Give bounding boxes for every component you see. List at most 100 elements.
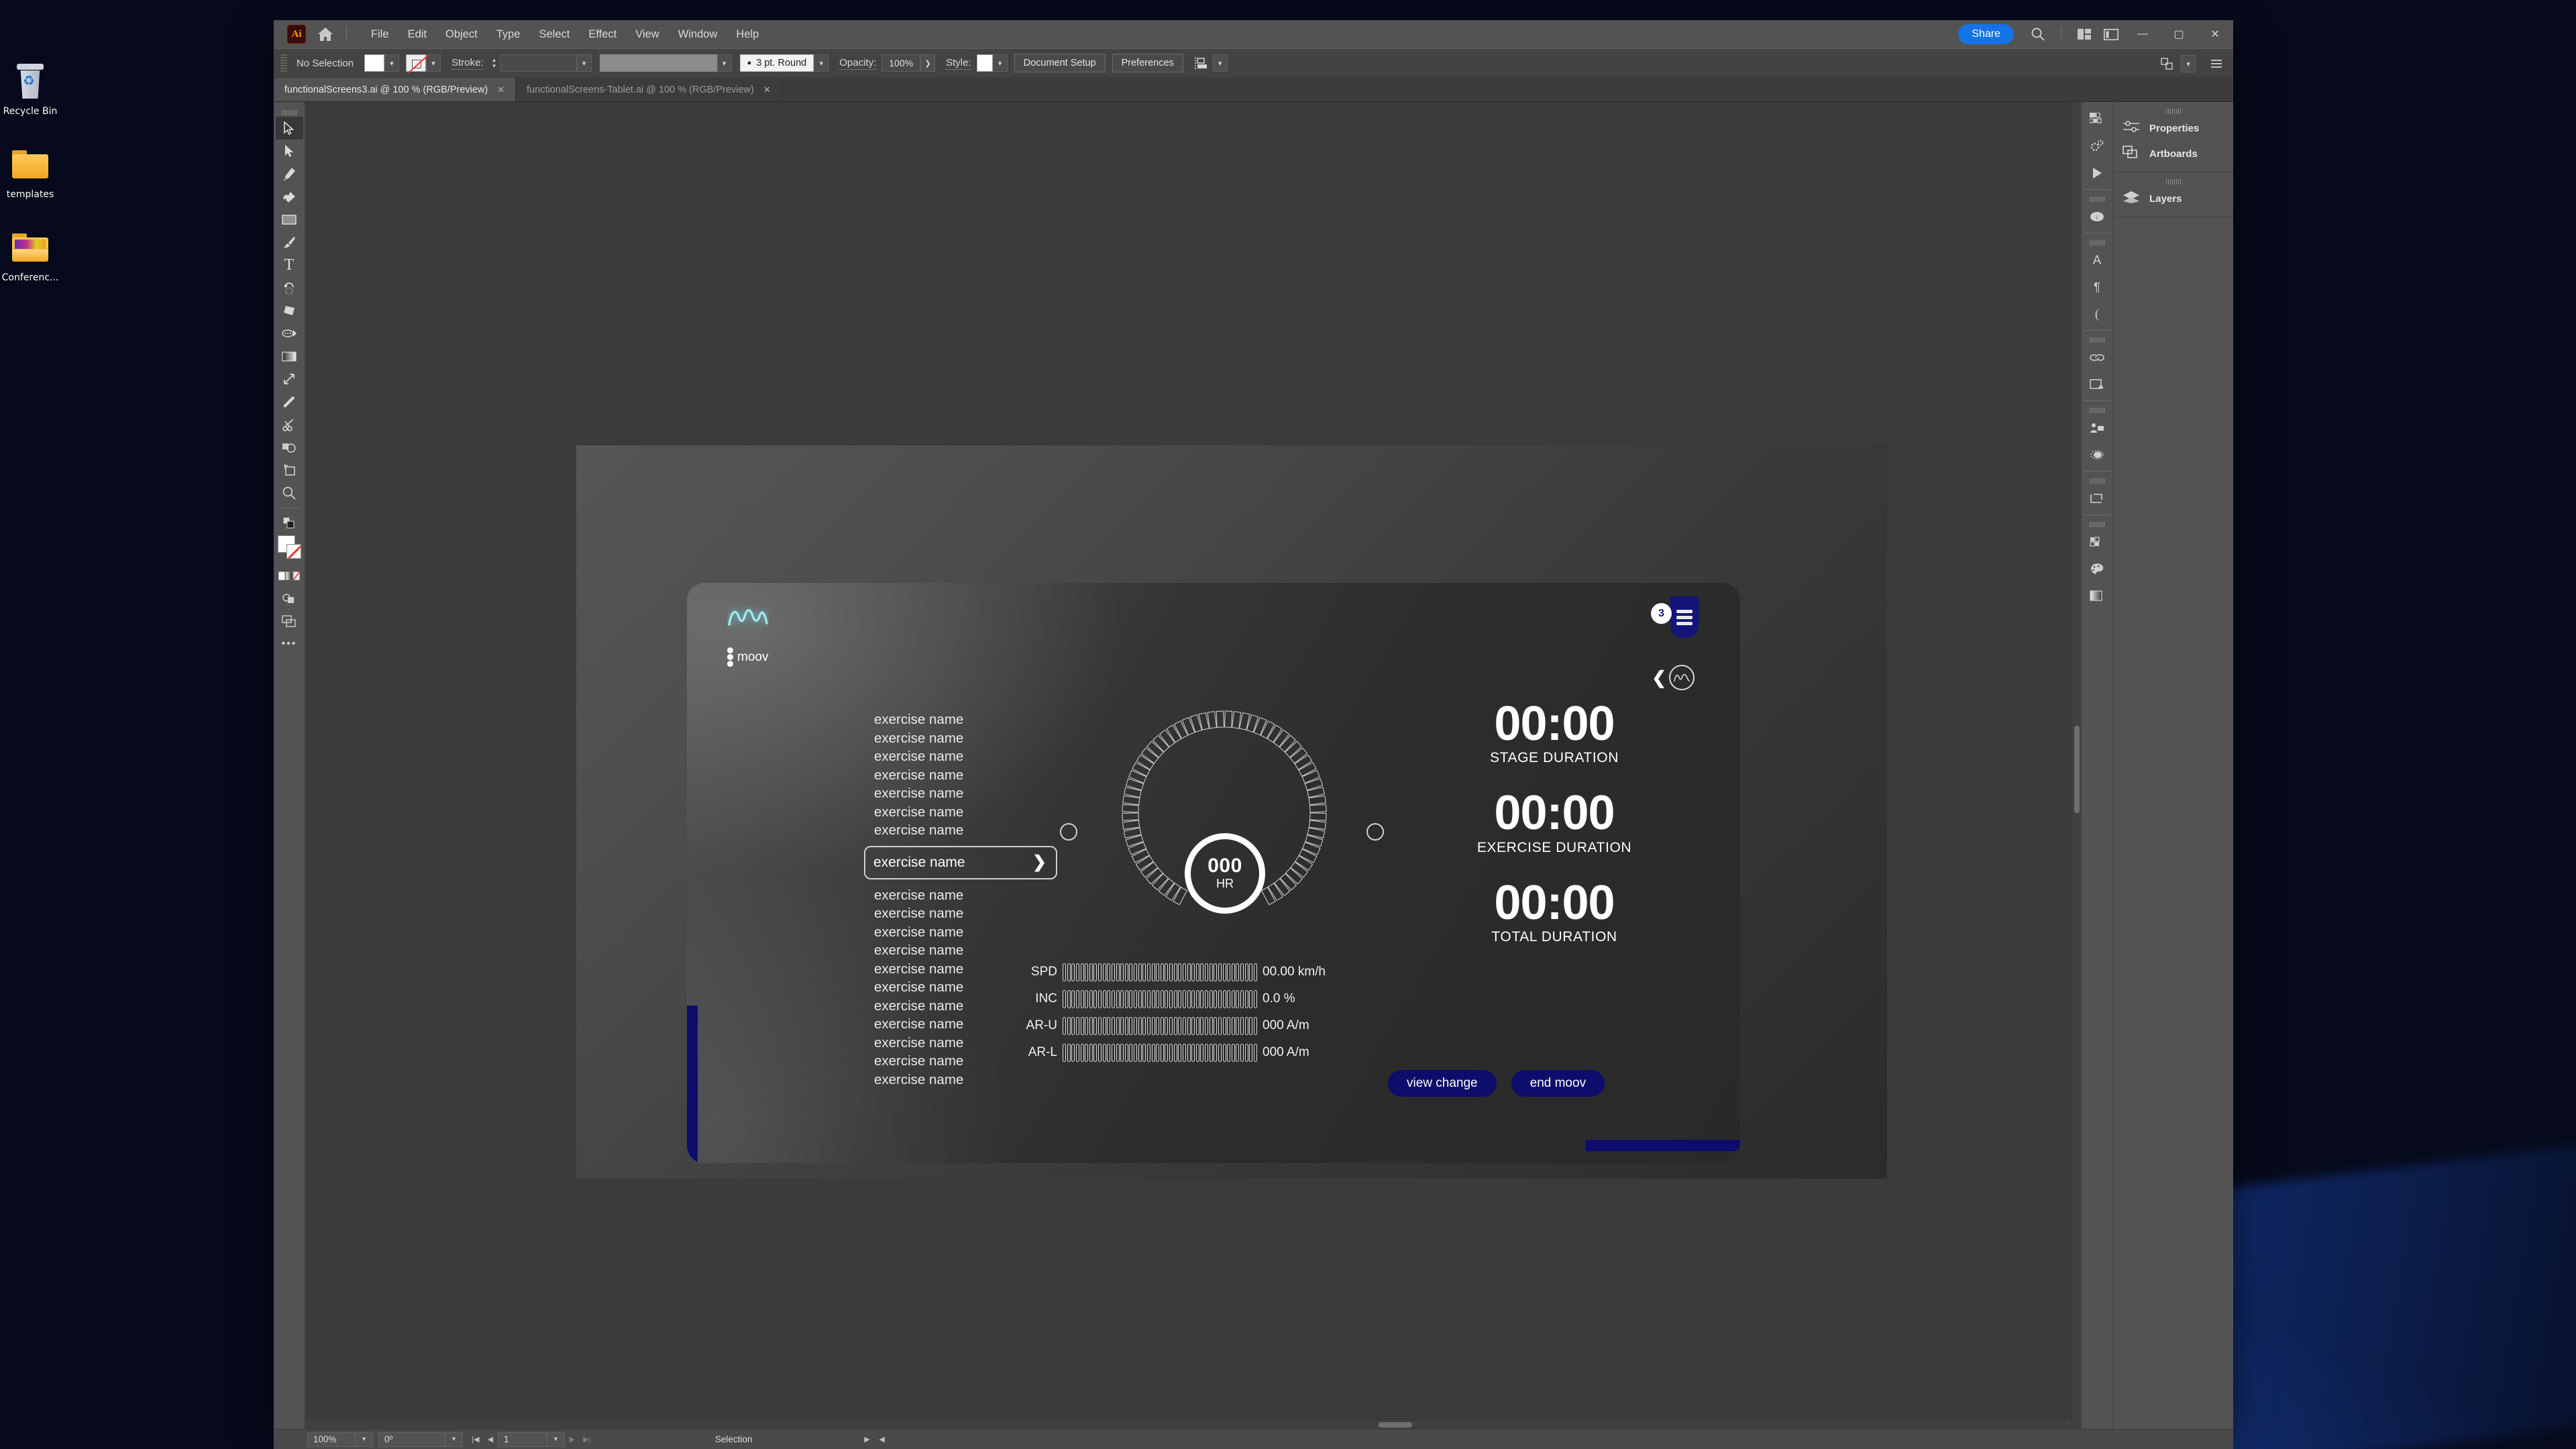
canvas-vertical-scrollbar[interactable] — [2072, 102, 2081, 1429]
home-icon[interactable] — [314, 23, 337, 46]
list-item[interactable]: exercise name — [867, 941, 1081, 960]
moov-app-mockup[interactable]: moov 3 ❮ exercise name exercise name exe… — [687, 583, 1740, 1163]
menu-item-type[interactable]: Type — [487, 24, 530, 45]
search-icon[interactable] — [2025, 20, 2051, 48]
zoom-caret-icon[interactable]: ▾ — [356, 1432, 373, 1447]
color-mode-icons[interactable] — [276, 564, 303, 587]
control-bar-menu-icon[interactable] — [2205, 54, 2228, 74]
status-resize-icon[interactable]: ◀ — [875, 1432, 890, 1447]
artboard-1[interactable]: moov 3 ❮ exercise name exercise name exe… — [576, 445, 1887, 1179]
fill-stroke-indicator[interactable] — [276, 535, 303, 564]
scrollbar-thumb[interactable] — [1379, 1422, 1412, 1428]
document-info-icon[interactable]: i — [2084, 203, 2111, 230]
color-panel-icon[interactable] — [2084, 555, 2111, 582]
menu-item-edit[interactable]: Edit — [398, 24, 436, 45]
share-button[interactable]: Share — [1958, 24, 2014, 44]
screen-mode-icon[interactable] — [276, 610, 303, 633]
align-objects-icon[interactable] — [1190, 53, 1213, 73]
fill-dropdown-caret-icon[interactable]: ▾ — [384, 54, 400, 72]
view-change-button[interactable]: view change — [1388, 1070, 1497, 1097]
desktop-icon-conference[interactable]: Conferenc... — [0, 227, 60, 283]
stroke-profile-dropdown-icon[interactable]: ▾ — [814, 54, 829, 72]
paragraph-panel-icon[interactable]: ¶ — [2084, 274, 2111, 301]
edit-toolbar-icon[interactable]: ••• — [276, 633, 303, 655]
panel-item-layers[interactable]: Layers — [2113, 186, 2233, 211]
workspace-switcher-icon[interactable] — [2098, 20, 2125, 48]
gradient-tool[interactable] — [276, 345, 303, 368]
opentype-panel-icon[interactable]: ( — [2084, 301, 2111, 327]
color-guide-icon[interactable] — [2084, 106, 2111, 133]
desktop-icon-templates[interactable]: templates — [0, 144, 60, 200]
asset-export-icon[interactable] — [2084, 371, 2111, 398]
stroke-weight-stepper[interactable]: ▲ ▼ — [489, 54, 500, 72]
panel-group-grip[interactable] — [2165, 179, 2181, 184]
end-moov-button[interactable]: end moov — [1511, 1070, 1605, 1097]
stroke-color-swatch[interactable] — [406, 54, 427, 72]
selected-exercise-item[interactable]: exercise name ❯ — [864, 845, 1057, 879]
document-tab-functionalscreens3[interactable]: functionalScreens3.ai @ 100 % (RGB/Previ… — [274, 78, 517, 101]
list-item[interactable]: exercise name — [867, 923, 1081, 942]
transform-caret-icon[interactable]: ▾ — [2181, 55, 2196, 72]
maximize-button[interactable]: ▢ — [2161, 20, 2197, 48]
status-menu-icon[interactable]: ▶ — [860, 1432, 875, 1447]
align-caret-icon[interactable]: ▾ — [1212, 54, 1228, 72]
shaper-tool[interactable] — [276, 299, 303, 322]
play-icon[interactable] — [2084, 160, 2111, 186]
stroke-weight-field[interactable] — [499, 54, 577, 72]
links-panel-icon[interactable] — [2084, 344, 2111, 371]
panel-group-grip[interactable] — [2090, 478, 2104, 484]
libraries-panel-icon[interactable] — [2084, 415, 2111, 441]
gradient-panel-icon[interactable] — [2084, 582, 2111, 609]
next-artboard-icon[interactable]: ▶ — [565, 1432, 580, 1447]
menu-item-object[interactable]: Object — [436, 24, 487, 45]
drawing-mode-icon[interactable] — [276, 587, 303, 610]
style-caret-icon[interactable]: ▾ — [992, 54, 1008, 72]
panel-group-grip[interactable] — [2165, 109, 2181, 114]
stroke-profile-field[interactable]: ● 3 pt. Round — [739, 54, 814, 72]
fill-stroke-swap-icon[interactable] — [276, 512, 303, 535]
panel-group-grip[interactable] — [2090, 408, 2104, 413]
list-item[interactable]: exercise name — [867, 821, 1081, 840]
tools-panel-grip[interactable] — [282, 110, 297, 115]
list-item[interactable]: exercise name — [867, 766, 1081, 785]
menu-item-window[interactable]: Window — [669, 24, 727, 45]
left-knob-icon[interactable] — [1060, 823, 1077, 841]
last-artboard-icon[interactable]: ▶| — [580, 1432, 594, 1447]
opacity-options-icon[interactable]: ❯ — [920, 54, 936, 72]
document-tab-functionalscreens-tablet[interactable]: functionalScreens-Tablet.ai @ 100 % (RGB… — [516, 78, 782, 101]
selection-tool[interactable] — [275, 117, 303, 140]
document-setup-button[interactable]: Document Setup — [1014, 54, 1106, 72]
zoom-tool[interactable] — [276, 482, 303, 504]
tab-close-icon[interactable]: ✕ — [763, 85, 771, 95]
rotate-tool[interactable] — [276, 276, 303, 299]
list-item[interactable]: exercise name — [867, 904, 1081, 923]
list-item[interactable]: exercise name — [867, 886, 1081, 905]
rotation-caret-icon[interactable]: ▾ — [445, 1432, 463, 1447]
actions-gear-icon[interactable] — [2084, 133, 2111, 160]
panel-group-grip[interactable] — [2090, 240, 2104, 246]
stroke-profile-caret-icon[interactable]: ▾ — [716, 54, 732, 72]
opacity-value-field[interactable]: 100% — [881, 54, 921, 72]
menu-item-effect[interactable]: Effect — [579, 24, 626, 45]
control-bar-grip[interactable] — [280, 54, 287, 72]
previous-artboard-icon[interactable]: ◀ — [483, 1432, 498, 1447]
zoom-level-field[interactable]: 100% — [307, 1432, 356, 1447]
rotation-field[interactable]: 0º — [378, 1432, 445, 1447]
close-button[interactable]: ✕ — [2197, 20, 2233, 48]
curvature-tool[interactable] — [276, 185, 303, 208]
list-item[interactable]: exercise name — [867, 1071, 1081, 1089]
bottom-navy-bar[interactable] — [1586, 1140, 1740, 1151]
artboard-tool[interactable] — [276, 459, 303, 482]
rectangle-tool[interactable] — [276, 208, 303, 231]
eyedropper-tool[interactable] — [276, 390, 303, 413]
preferences-button[interactable]: Preferences — [1112, 54, 1183, 72]
transparency-panel-icon[interactable] — [2084, 441, 2111, 468]
stroke-dropdown-caret-icon[interactable]: ▾ — [426, 54, 441, 72]
desktop-icon-recycle-bin[interactable]: ♻ Recycle Bin — [0, 60, 60, 117]
panel-item-properties[interactable]: Properties — [2113, 115, 2233, 141]
list-item[interactable]: exercise name — [867, 729, 1081, 748]
menu-item-help[interactable]: Help — [727, 24, 768, 45]
three-dots-icon[interactable] — [727, 647, 733, 667]
type-tool[interactable]: T — [276, 254, 303, 276]
artboard-number-field[interactable]: 1 — [498, 1432, 547, 1447]
